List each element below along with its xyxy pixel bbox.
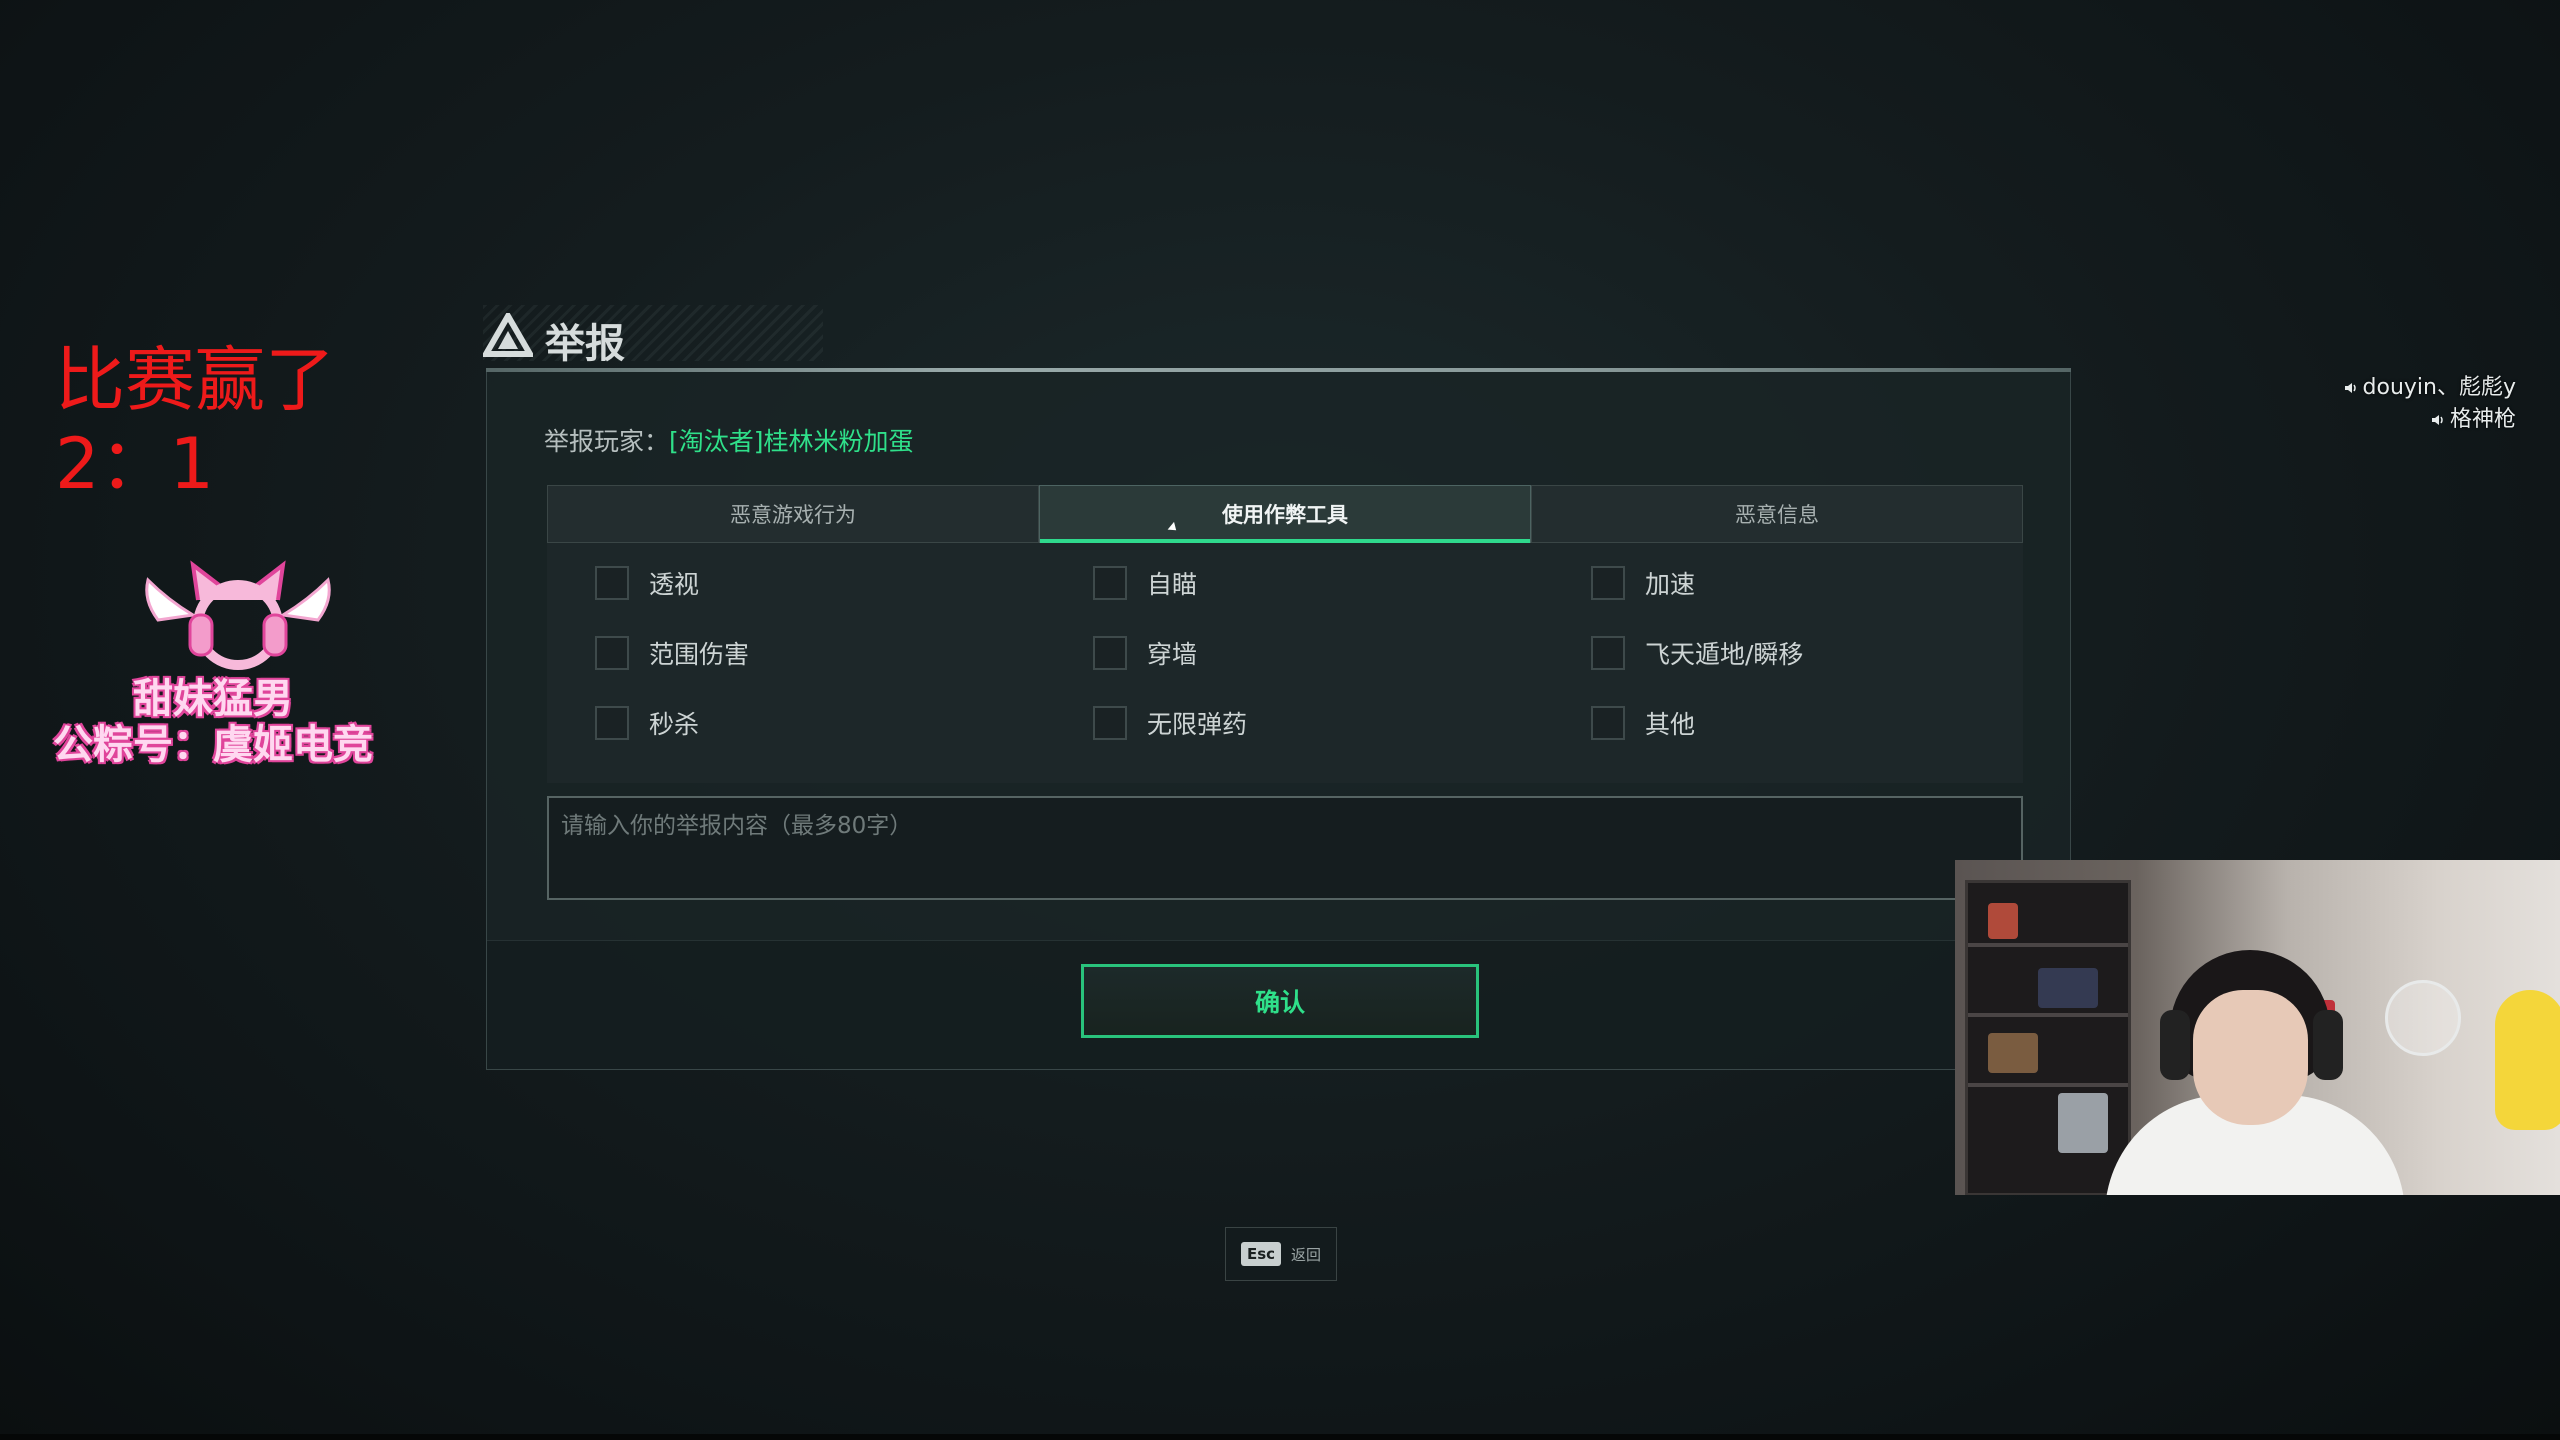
- checkbox[interactable]: [1591, 566, 1625, 600]
- dialog-header: 举报: [483, 305, 2073, 371]
- webcam-shelf: [1965, 880, 2131, 1195]
- option-label: 加速: [1645, 570, 1696, 599]
- option-label: 无限弹药: [1147, 710, 1248, 739]
- reported-player: 举报玩家：[淘汰者]桂林米粉加蛋: [544, 422, 914, 458]
- option-label: 自瞄: [1147, 570, 1198, 599]
- option-infinite-ammo[interactable]: 无限弹药: [1093, 705, 1247, 741]
- header-decoration: [483, 305, 823, 361]
- reported-player-label: 举报玩家：: [544, 427, 670, 456]
- checkbox[interactable]: [595, 706, 629, 740]
- speaker-icon: [2344, 383, 2356, 393]
- option-aimbot[interactable]: 自瞄: [1093, 565, 1197, 601]
- option-instant-kill[interactable]: 秒杀: [595, 705, 699, 741]
- cheat-options: 透视 自瞄 加速 范围伤害 穿墙 飞天遁地/瞬移 秒杀 无限弹药 其他: [547, 543, 2023, 783]
- dialog-title: 举报: [545, 321, 625, 367]
- report-dialog: 举报玩家：[淘汰者]桂林米粉加蛋 恶意游戏行为 使用作弊工具 恶意信息 透视 自…: [486, 372, 2071, 1070]
- report-category-tabs: 恶意游戏行为 使用作弊工具 恶意信息: [547, 485, 2023, 543]
- voice-chat-name: douyin、彪彪y: [2362, 375, 2516, 400]
- tab-malicious-info[interactable]: 恶意信息: [1531, 485, 2023, 543]
- back-label: 返回: [1291, 1245, 1322, 1264]
- voice-chat-name: 格神枪: [2449, 407, 2516, 432]
- back-button[interactable]: Esc 返回: [1225, 1227, 1337, 1281]
- tab-cheating-tools[interactable]: 使用作弊工具: [1039, 485, 1531, 543]
- option-label: 透视: [649, 570, 700, 599]
- webcam-plush: [2495, 990, 2560, 1130]
- option-label: 穿墙: [1147, 640, 1198, 669]
- option-label: 其他: [1645, 710, 1696, 739]
- option-label: 飞天遁地/瞬移: [1645, 640, 1804, 669]
- bottom-band: [0, 1434, 2560, 1440]
- voice-chat-item: 格神枪: [2343, 404, 2516, 436]
- streamer-face: [2193, 990, 2308, 1125]
- option-speedhack[interactable]: 加速: [1591, 565, 1695, 601]
- warning-triangle-icon: [483, 313, 533, 357]
- cat-headphones-logo-icon: [145, 560, 331, 670]
- score-line-2: 2：1: [55, 423, 215, 505]
- option-wallhack[interactable]: 透视: [595, 565, 699, 601]
- checkbox[interactable]: [595, 566, 629, 600]
- confirm-button[interactable]: 确认: [1081, 964, 1479, 1038]
- checkbox[interactable]: [1591, 636, 1625, 670]
- checkbox[interactable]: [1093, 706, 1127, 740]
- webcam-fan: [2385, 980, 2461, 1056]
- option-area-damage[interactable]: 范围伤害: [595, 635, 749, 671]
- headset-left: [2160, 1010, 2190, 1080]
- checkbox[interactable]: [1591, 706, 1625, 740]
- score-overlay: 比赛赢了 2：1: [55, 338, 335, 506]
- checkbox[interactable]: [1093, 636, 1127, 670]
- checkbox[interactable]: [1093, 566, 1127, 600]
- esc-key-icon: Esc: [1240, 1242, 1282, 1266]
- checkbox[interactable]: [595, 636, 629, 670]
- speaker-icon: [2431, 415, 2443, 425]
- score-line-1: 比赛赢了: [55, 339, 335, 421]
- voice-chat-item: douyin、彪彪y: [2343, 372, 2516, 404]
- report-content-field[interactable]: [549, 798, 2021, 898]
- logo-text-2: 公粽号：虞姬电竞: [53, 722, 373, 768]
- streamer-logo: 甜妹猛男 公粽号：虞姬电竞: [28, 560, 398, 770]
- streamer-webcam: [1955, 860, 2560, 1195]
- reported-player-name: [淘汰者]桂林米粉加蛋: [669, 427, 914, 456]
- option-wall-clip[interactable]: 穿墙: [1093, 635, 1197, 671]
- headset-right: [2313, 1010, 2343, 1080]
- tab-malicious-behavior[interactable]: 恶意游戏行为: [547, 485, 1039, 543]
- option-label: 范围伤害: [649, 640, 750, 669]
- voice-chat-list: douyin、彪彪y 格神枪: [2343, 372, 2516, 436]
- option-fly-teleport[interactable]: 飞天遁地/瞬移: [1591, 635, 1803, 671]
- report-content-field-wrapper: [547, 796, 2023, 900]
- option-label: 秒杀: [649, 710, 700, 739]
- option-other[interactable]: 其他: [1591, 705, 1695, 741]
